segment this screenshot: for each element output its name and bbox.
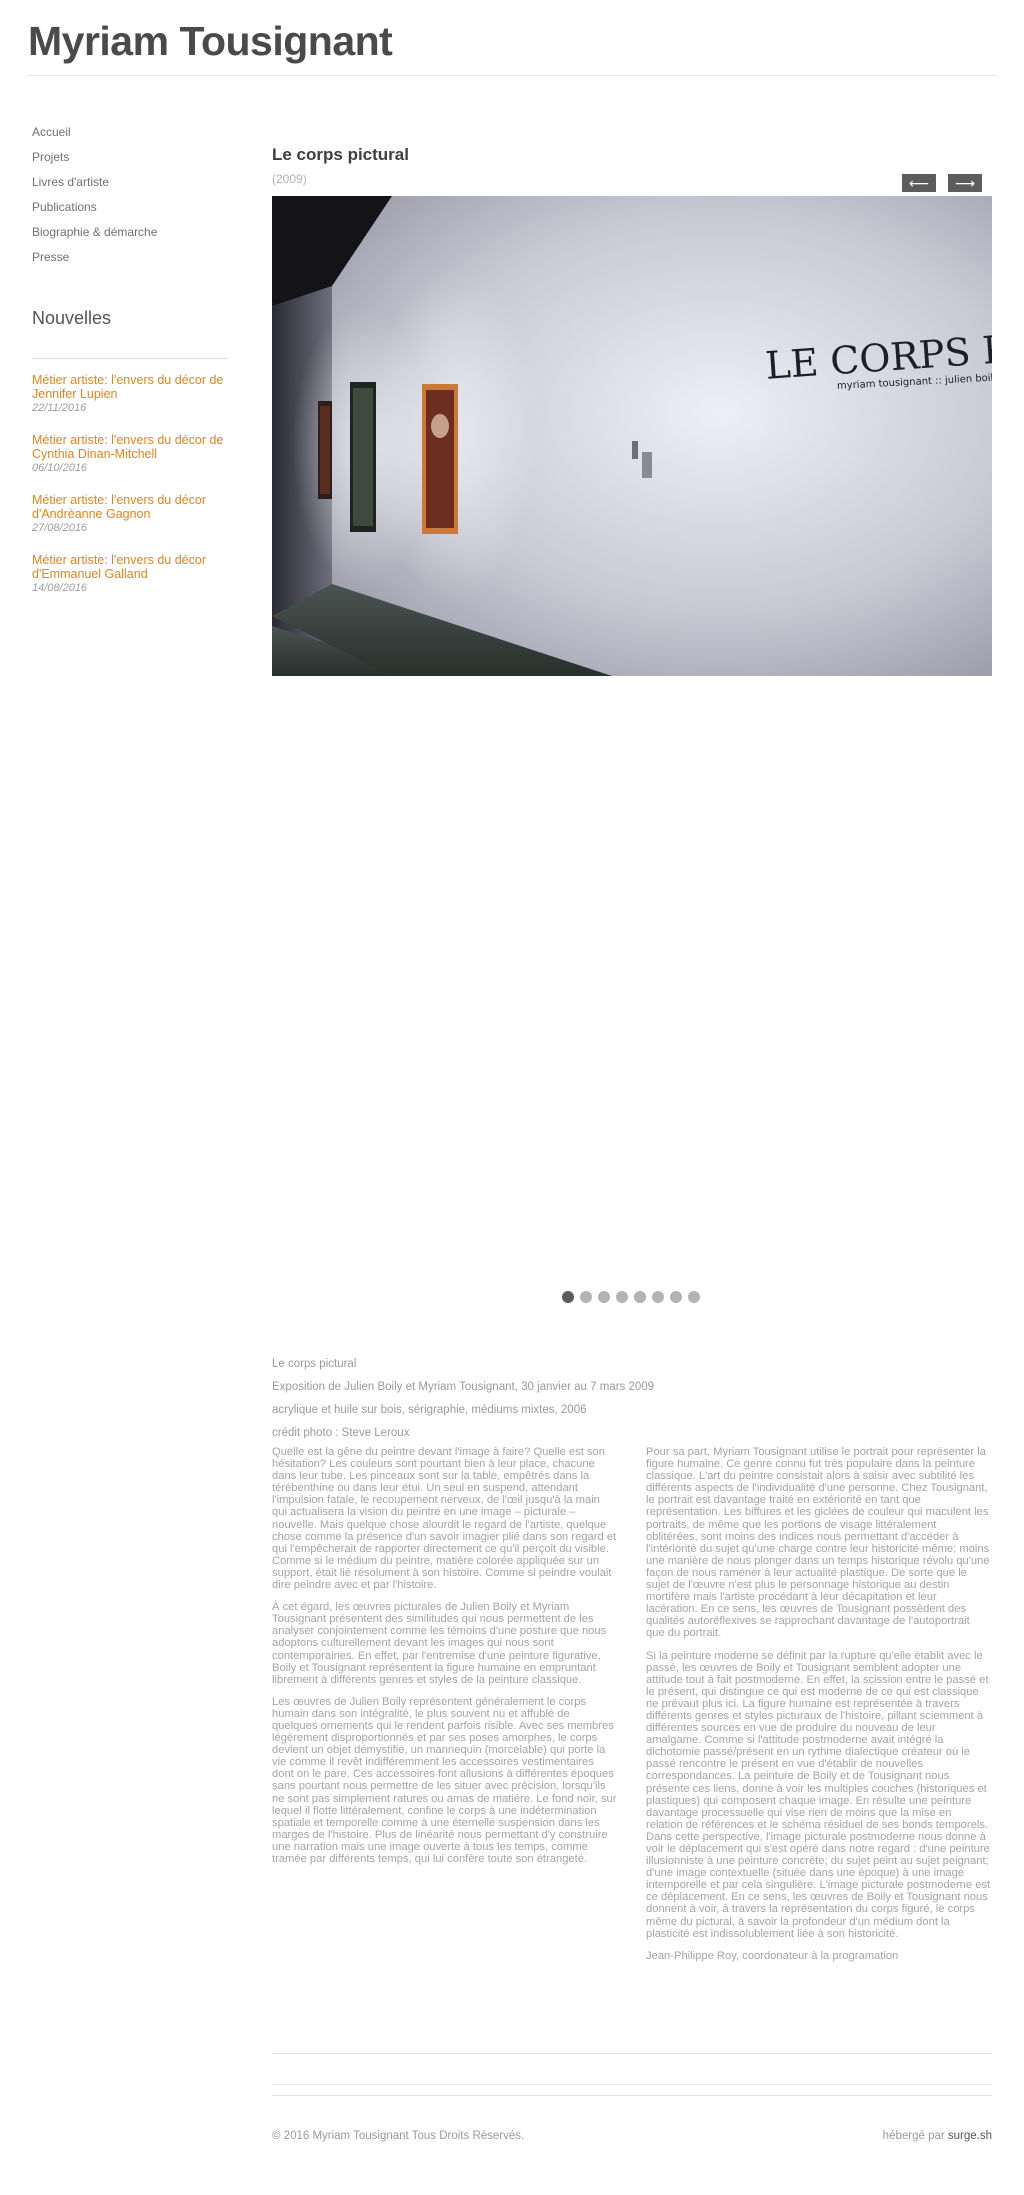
nav-item-accueil[interactable]: Accueil [32,122,228,147]
news-link[interactable]: Métier artiste: l'envers du décor de Jen… [32,373,228,401]
text-column-left: Quelle est la gêne du peintre devant l'i… [272,1446,617,1875]
news-list: Métier artiste: l'envers du décor de Jen… [32,373,228,613]
gallery-photo-illustration: LE CORPS PICTURAL myriam tousignant :: j… [272,196,992,676]
divider [272,2095,992,2096]
nav-item-presse[interactable]: Presse [32,247,228,272]
news-date: 06/10/2016 [32,462,88,474]
main-nav: Accueil Projets Livres d'artiste Publica… [32,122,228,272]
sidebar: Accueil Projets Livres d'artiste Publica… [32,122,228,594]
slide-pagination [562,1290,706,1304]
news-link[interactable]: Métier artiste: l'envers du décor d'Emma… [32,553,228,581]
news-link[interactable]: Métier artiste: l'envers du décor d'Andr… [32,493,228,521]
paragraph: Si la peinture moderne se définit par la… [646,1649,991,1940]
news-date: 22/11/2016 [32,402,87,414]
slide-dot[interactable] [688,1291,700,1303]
nav-item-biographie[interactable]: Biographie & démarche [32,222,228,247]
gallery-image[interactable]: LE CORPS PICTURAL myriam tousignant :: j… [272,196,992,676]
project-info: Le corps pictural Exposition de Julien B… [272,1356,992,1448]
text-column-right: Pour sa part, Myriam Tousignant utilise … [646,1446,991,1972]
nav-item-projets[interactable]: Projets [32,147,228,172]
news-divider [32,358,228,359]
project-title: Le corps pictural [272,145,409,164]
divider [272,2053,992,2054]
slide-dot[interactable] [670,1291,682,1303]
paragraph: Les œuvres de Julien Boily représentent … [272,1695,617,1865]
info-medium: acrylique et huile sur bois, sérigraphie… [272,1404,587,1416]
info-photo-credit: crédit photo : Steve Leroux [272,1427,410,1439]
project-year: (2009) [272,172,307,186]
nav-item-publications[interactable]: Publications [32,197,228,222]
slide-dot[interactable] [634,1291,646,1303]
news-item: Métier artiste: l'envers du décor d'Andr… [32,493,228,553]
slide-dot[interactable] [562,1291,574,1303]
news-item: Métier artiste: l'envers du décor de Jen… [32,373,228,433]
site-title[interactable]: Myriam Tousignant [28,18,393,65]
slide-dot[interactable] [616,1291,628,1303]
divider [272,2084,992,2085]
paragraph: Pour sa part, Myriam Tousignant utilise … [646,1446,990,1640]
news-date: 14/08/2016 [32,582,88,594]
news-heading: Nouvelles [32,308,112,328]
next-slide-button[interactable]: ⟶ [948,174,982,192]
footer-hosting: hébergé par surge.sh [883,2130,992,2142]
paragraph: À cet égard, les œuvres picturales de Ju… [272,1601,607,1686]
news-date: 27/08/2016 [32,522,88,534]
site-header: Myriam Tousignant [28,0,996,76]
footer-host-link[interactable]: surge.sh [948,2130,992,2142]
footer-copyright: © 2016 Myriam Tousignant Tous Droits Rés… [272,2130,525,2142]
news-link[interactable]: Métier artiste: l'envers du décor de Cyn… [32,433,228,461]
prev-slide-button[interactable]: ⟵ [902,174,936,192]
footer-hosted-label: hébergé par [882,2130,948,2142]
info-title: Le corps pictural [272,1358,357,1370]
signature: Jean-Philippe Roy, coordonateur à la pro… [646,1949,899,1962]
nav-item-livres[interactable]: Livres d'artiste [32,172,228,197]
slide-dot[interactable] [598,1291,610,1303]
paragraph: Quelle est la gêne du peintre devant l'i… [272,1446,617,1592]
slide-dot[interactable] [580,1291,592,1303]
info-exhibition: Exposition de Julien Boily et Myriam Tou… [272,1381,655,1393]
news-item: Métier artiste: l'envers du décor d'Emma… [32,553,228,613]
slide-dot[interactable] [652,1291,664,1303]
news-item: Métier artiste: l'envers du décor de Cyn… [32,433,228,493]
